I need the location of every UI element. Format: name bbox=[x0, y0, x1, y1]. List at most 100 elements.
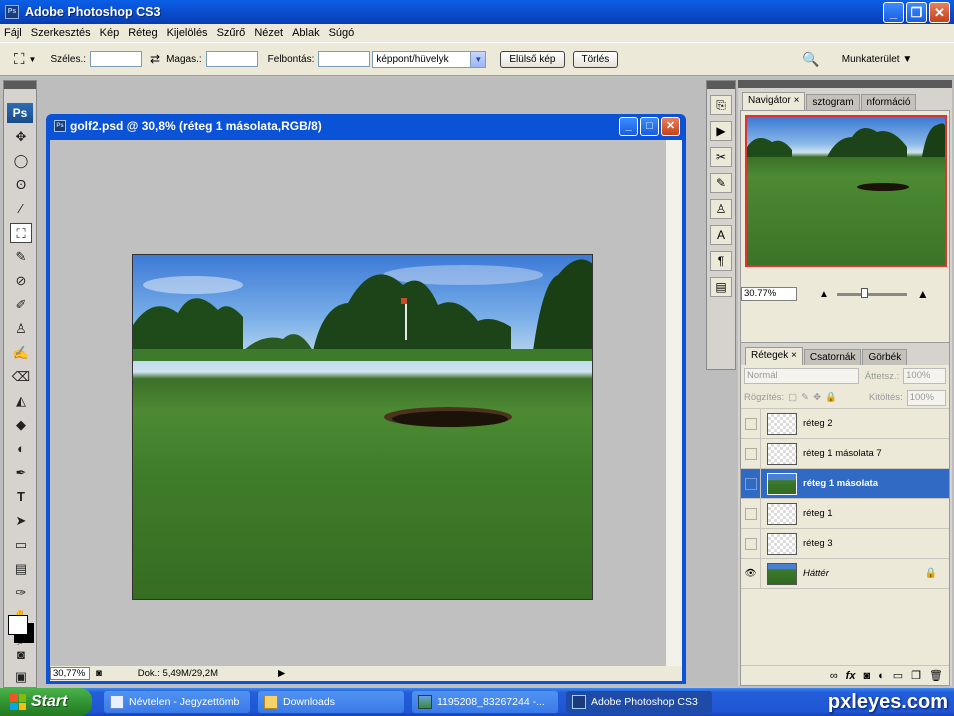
move-tool-icon[interactable]: ✥ bbox=[10, 127, 32, 147]
crop-tool-icon[interactable]: ⛶ bbox=[10, 223, 32, 243]
panel-gripper[interactable] bbox=[707, 81, 735, 89]
layer-row-reteg-1-masolata-7[interactable]: réteg 1 másolata 7 bbox=[741, 438, 949, 469]
opacity-field[interactable]: 100% bbox=[903, 368, 946, 384]
shape-tool-icon[interactable]: ▭ bbox=[10, 535, 32, 555]
layer-comps-icon[interactable]: ▤ bbox=[710, 277, 732, 297]
layer-visibility-toggle[interactable] bbox=[741, 498, 761, 529]
new-group-icon[interactable]: ▭ bbox=[893, 669, 903, 682]
layer-visibility-toggle[interactable] bbox=[741, 438, 761, 469]
notes-tool-icon[interactable]: ▤ bbox=[10, 559, 32, 579]
healing-brush-tool-icon[interactable]: ⊘ bbox=[10, 271, 32, 291]
status-info-icon[interactable]: ◙ bbox=[96, 668, 102, 679]
dodge-tool-icon[interactable]: ◐ bbox=[10, 439, 32, 459]
layer-visibility-toggle[interactable] bbox=[741, 528, 761, 559]
document-canvas[interactable] bbox=[50, 140, 666, 666]
paint-bucket-tool-icon[interactable]: ◭ bbox=[10, 391, 32, 411]
tab-histogram[interactable]: sztogram bbox=[806, 94, 860, 110]
lock-all-icon[interactable]: 🔒 bbox=[825, 392, 837, 403]
panel-gripper[interactable] bbox=[738, 80, 952, 88]
start-button[interactable]: Start bbox=[0, 688, 92, 716]
eraser-tool-icon[interactable]: ⌫ bbox=[10, 367, 32, 387]
menu-help[interactable]: Súgó bbox=[329, 27, 355, 39]
delete-layer-icon[interactable]: 🗑 bbox=[929, 669, 943, 682]
tool-presets-icon[interactable]: ✂ bbox=[710, 147, 732, 167]
history-panel-icon[interactable]: ⎘ bbox=[710, 95, 732, 115]
bridge-icon[interactable]: 🔍 bbox=[802, 51, 819, 68]
tab-curves[interactable]: Görbék bbox=[862, 349, 908, 365]
foreground-color-swatch[interactable] bbox=[8, 615, 28, 635]
tab-info[interactable]: nformáció bbox=[860, 94, 917, 110]
height-input[interactable] bbox=[205, 51, 258, 67]
slice-tool-icon[interactable]: ✎ bbox=[10, 247, 32, 267]
history-brush-tool-icon[interactable]: ✍ bbox=[10, 343, 32, 363]
fill-field[interactable]: 100% bbox=[906, 389, 946, 406]
document-maximize-button[interactable]: □ bbox=[640, 117, 659, 136]
taskbar-item-notepad[interactable]: Névtelen - Jegyzettömb bbox=[104, 691, 250, 713]
minimize-button[interactable]: _ bbox=[883, 2, 904, 23]
layer-visibility-toggle[interactable] bbox=[741, 468, 761, 499]
clear-button[interactable]: Törlés bbox=[572, 50, 619, 68]
swap-dimensions-icon[interactable]: ⇄ bbox=[150, 52, 160, 66]
paragraph-panel-icon[interactable]: ¶ bbox=[710, 251, 732, 271]
zoom-slider-thumb[interactable] bbox=[860, 287, 868, 298]
path-selection-tool-icon[interactable]: ➤ bbox=[10, 511, 32, 531]
layer-row-reteg-1-masolata[interactable]: réteg 1 másolata bbox=[741, 468, 949, 499]
menu-file[interactable]: Fájl bbox=[4, 27, 22, 39]
layer-visibility-toggle[interactable]: 👁 bbox=[741, 558, 761, 589]
layer-row-reteg-3[interactable]: réteg 3 bbox=[741, 528, 949, 559]
document-minimize-button[interactable]: _ bbox=[619, 117, 638, 136]
quick-mask-icon[interactable]: ◙ bbox=[10, 645, 32, 665]
taskbar-item-image-viewer[interactable]: 1195208_83267244 -... bbox=[412, 691, 558, 713]
clone-stamp-tool-icon[interactable]: ♙ bbox=[10, 319, 32, 339]
brushes-panel-icon[interactable]: ✎ bbox=[710, 173, 732, 193]
status-menu-arrow-icon[interactable]: ▶ bbox=[278, 668, 285, 679]
taskbar-item-downloads[interactable]: Downloads bbox=[258, 691, 404, 713]
tab-channels[interactable]: Csatornák bbox=[803, 349, 862, 365]
lock-position-icon[interactable]: ✥ bbox=[813, 392, 821, 403]
layer-visibility-toggle[interactable] bbox=[741, 408, 761, 439]
panel-gripper[interactable] bbox=[4, 81, 36, 89]
chevron-down-icon[interactable]: ▼ bbox=[29, 55, 37, 64]
menu-select[interactable]: Kijelölés bbox=[167, 27, 208, 39]
magic-wand-tool-icon[interactable]: ⁄ bbox=[10, 199, 32, 219]
close-button[interactable]: ✕ bbox=[929, 2, 950, 23]
layer-mask-icon[interactable]: ◙ bbox=[863, 670, 870, 682]
menu-window[interactable]: Ablak bbox=[292, 27, 320, 39]
document-vertical-scrollbar[interactable] bbox=[666, 140, 682, 666]
link-layers-icon[interactable]: ∞ bbox=[830, 670, 838, 682]
character-panel-icon[interactable]: A bbox=[710, 225, 732, 245]
lasso-tool-icon[interactable]: ʘ bbox=[10, 175, 32, 195]
menu-layer[interactable]: Réteg bbox=[128, 27, 157, 39]
resolution-input[interactable] bbox=[318, 51, 371, 67]
brush-tool-icon[interactable]: ✐ bbox=[10, 295, 32, 315]
zoom-out-icon[interactable]: ▲ bbox=[819, 289, 829, 300]
lock-transparent-icon[interactable]: ▢ bbox=[788, 392, 797, 403]
actions-panel-icon[interactable]: ▶ bbox=[710, 121, 732, 141]
zoom-in-icon[interactable]: ▲ bbox=[917, 287, 929, 301]
menu-image[interactable]: Kép bbox=[100, 27, 120, 39]
golf-green-photo[interactable] bbox=[132, 254, 593, 600]
document-close-button[interactable]: ✕ bbox=[661, 117, 680, 136]
eyedropper-tool-icon[interactable]: ✑ bbox=[10, 583, 32, 603]
menu-filter[interactable]: Szűrő bbox=[217, 27, 246, 39]
document-title-bar[interactable]: Ps golf2.psd @ 30,8% (réteg 1 másolata,R… bbox=[46, 114, 686, 138]
lock-pixels-icon[interactable]: ✎ bbox=[801, 392, 809, 403]
navigator-thumbnail[interactable] bbox=[745, 115, 947, 267]
menu-view[interactable]: Nézet bbox=[254, 27, 283, 39]
menu-edit[interactable]: Szerkesztés bbox=[31, 27, 91, 39]
taskbar-item-photoshop[interactable]: Adobe Photoshop CS3 bbox=[566, 691, 712, 713]
clone-source-icon[interactable]: ♙ bbox=[710, 199, 732, 219]
blend-mode-select[interactable]: Normál bbox=[744, 368, 859, 384]
screen-mode-icon[interactable]: ▣ bbox=[10, 667, 32, 687]
layer-style-icon[interactable]: fx bbox=[846, 670, 856, 682]
marquee-tool-icon[interactable]: ◯ bbox=[10, 151, 32, 171]
adjustment-layer-icon[interactable]: ◐ bbox=[878, 670, 885, 682]
navigator-zoom-slider[interactable] bbox=[836, 287, 907, 298]
layer-row-reteg-2[interactable]: réteg 2 bbox=[741, 408, 949, 439]
navigator-zoom-field[interactable]: 30.77% bbox=[741, 287, 797, 301]
workspace-menu[interactable]: Munkaterület ▼ bbox=[842, 54, 912, 65]
front-image-button[interactable]: Elülső kép bbox=[500, 50, 565, 68]
layer-row-hatter[interactable]: 👁 Háttér 🔒 bbox=[741, 558, 949, 589]
blur-tool-icon[interactable]: ◆ bbox=[10, 415, 32, 435]
maximize-button[interactable]: ❐ bbox=[906, 2, 927, 23]
